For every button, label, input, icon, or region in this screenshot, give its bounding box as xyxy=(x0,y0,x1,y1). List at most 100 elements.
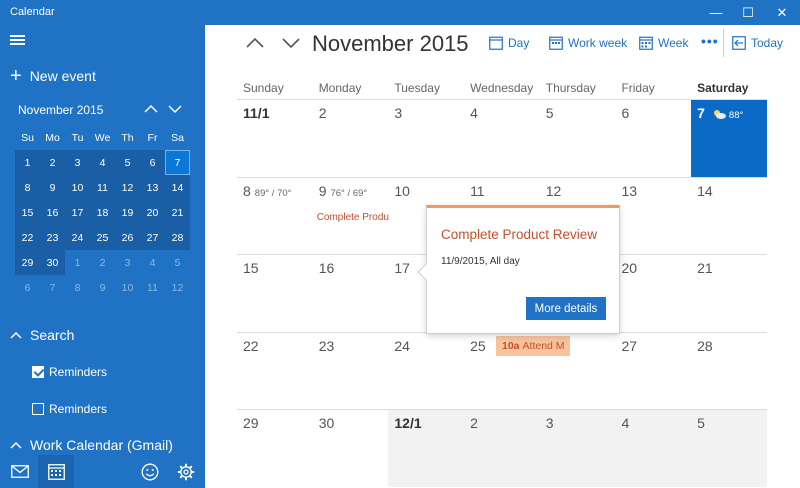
work-calendar-section-toggle[interactable]: Work Calendar (Gmail) xyxy=(10,437,173,453)
minical-day[interactable]: 2 xyxy=(40,150,65,175)
day-cell[interactable]: 5 xyxy=(691,410,767,487)
mail-button[interactable] xyxy=(2,455,38,488)
day-cell[interactable]: 30 xyxy=(313,410,389,487)
minical-day[interactable]: 11 xyxy=(140,275,165,300)
close-button[interactable]: ✕ xyxy=(766,0,798,25)
day-cell[interactable]: 7 88° xyxy=(691,100,767,177)
more-options-button[interactable]: ••• xyxy=(701,32,719,50)
minical-day[interactable]: 7 xyxy=(165,150,190,175)
new-event-button[interactable]: + New event xyxy=(10,65,96,87)
reminders-checkbox-1[interactable]: Reminders xyxy=(32,365,107,379)
day-cell[interactable]: 2 xyxy=(464,410,540,487)
work-week-view-button[interactable]: Work week xyxy=(549,34,627,52)
minical-day[interactable]: 5 xyxy=(165,250,190,275)
day-cell[interactable]: 16 xyxy=(313,255,389,332)
day-cell[interactable]: 29 xyxy=(237,410,313,487)
day-cell[interactable]: 4 xyxy=(615,410,692,487)
minical-day[interactable]: 6 xyxy=(15,275,40,300)
reminders-checkbox-2[interactable]: Reminders xyxy=(32,402,107,416)
minical-day[interactable]: 28 xyxy=(165,225,190,250)
day-cell[interactable]: 23 xyxy=(313,333,389,410)
minical-day[interactable]: 17 xyxy=(65,200,90,225)
minical-day[interactable]: 24 xyxy=(65,225,90,250)
minical-day[interactable]: 14 xyxy=(165,175,190,200)
minimize-button[interactable]: — xyxy=(700,0,732,25)
calendar-button[interactable] xyxy=(38,455,74,488)
day-cell[interactable]: 3 xyxy=(388,100,464,177)
minical-day[interactable]: 8 xyxy=(65,275,90,300)
minical-day[interactable]: 5 xyxy=(115,150,140,175)
day-cell[interactable]: 15 xyxy=(237,255,313,332)
day-cell[interactable]: 5 xyxy=(540,100,616,177)
day-cell[interactable]: 27 xyxy=(615,333,691,410)
minical-day[interactable]: 7 xyxy=(40,275,65,300)
minical-day[interactable]: 4 xyxy=(90,150,115,175)
minical-day[interactable]: 10 xyxy=(115,275,140,300)
more-details-button[interactable]: More details xyxy=(526,297,606,320)
search-section-toggle[interactable]: Search xyxy=(10,327,74,343)
today-button[interactable]: Today xyxy=(732,34,783,52)
toolbar-divider xyxy=(723,29,724,57)
day-cell[interactable]: 976° / 69° Complete Product Review xyxy=(313,178,389,255)
minical-day[interactable]: 21 xyxy=(165,200,190,225)
minical-day[interactable]: 1 xyxy=(65,250,90,275)
minical-day[interactable]: 23 xyxy=(40,225,65,250)
day-cell[interactable]: 13 xyxy=(615,178,691,255)
day-cell[interactable]: 12/1 xyxy=(388,410,465,487)
minical-day[interactable]: 15 xyxy=(15,200,40,225)
previous-month-chevron-icon[interactable] xyxy=(245,33,265,53)
day-cell[interactable]: 6 xyxy=(615,100,691,177)
next-month-chevron-icon[interactable] xyxy=(281,33,301,53)
day-cell[interactable]: 3 xyxy=(539,410,616,487)
day-cell[interactable]: 21 xyxy=(691,255,767,332)
hamburger-menu-icon[interactable] xyxy=(8,33,28,47)
day-cell[interactable]: 14 xyxy=(691,178,767,255)
minical-day[interactable]: 6 xyxy=(140,150,165,175)
minical-day[interactable]: 12 xyxy=(165,275,190,300)
maximize-button[interactable]: ☐ xyxy=(732,0,764,25)
minical-day[interactable]: 16 xyxy=(40,200,65,225)
feedback-button[interactable] xyxy=(132,455,168,488)
day-cell[interactable]: 11/1 xyxy=(237,100,313,177)
minical-day[interactable]: 8 xyxy=(15,175,40,200)
minical-day[interactable]: 4 xyxy=(140,250,165,275)
attend-event-title: Attend M xyxy=(522,340,565,352)
day-cell[interactable]: 8 89° / 70° xyxy=(237,178,313,255)
event-item[interactable]: Complete Product Review xyxy=(317,212,389,223)
minical-day[interactable]: 29 xyxy=(15,250,40,275)
day-cell[interactable]: 28 xyxy=(691,333,767,410)
minical-day[interactable]: 25 xyxy=(90,225,115,250)
minical-day[interactable]: 9 xyxy=(90,275,115,300)
weekday-header: Wednesday xyxy=(470,81,534,95)
day-cell[interactable]: 24 xyxy=(388,333,464,410)
minical-day[interactable]: 10 xyxy=(65,175,90,200)
minical-weekday-label: Fr xyxy=(147,131,158,144)
week-row: 29 30 12/1 2 3 4 5 xyxy=(237,409,767,487)
popup-event-date: 11/9/2015, All day xyxy=(441,256,520,267)
minical-day[interactable]: 26 xyxy=(115,225,140,250)
minical-day[interactable]: 22 xyxy=(15,225,40,250)
day-cell[interactable]: 2 xyxy=(313,100,389,177)
minical-day[interactable]: 12 xyxy=(115,175,140,200)
day-cell[interactable]: 20 xyxy=(615,255,691,332)
chevron-down-icon[interactable] xyxy=(168,103,182,115)
minical-day[interactable]: 3 xyxy=(115,250,140,275)
minical-day[interactable]: 1 xyxy=(15,150,40,175)
day-cell[interactable]: 4 xyxy=(464,100,540,177)
minical-day[interactable]: 18 xyxy=(90,200,115,225)
day-view-button[interactable]: Day xyxy=(489,34,529,52)
minical-day[interactable]: 3 xyxy=(65,150,90,175)
minical-day[interactable]: 2 xyxy=(90,250,115,275)
day-cell[interactable]: 22 xyxy=(237,333,313,410)
attend-event-chip[interactable]: 10a Attend M xyxy=(496,336,570,356)
minical-day[interactable]: 19 xyxy=(115,200,140,225)
minical-day[interactable]: 13 xyxy=(140,175,165,200)
settings-button[interactable] xyxy=(168,455,204,488)
chevron-up-icon[interactable] xyxy=(144,103,158,115)
minical-day[interactable]: 20 xyxy=(140,200,165,225)
minical-day[interactable]: 11 xyxy=(90,175,115,200)
week-view-button[interactable]: Week xyxy=(639,34,688,52)
minical-day[interactable]: 9 xyxy=(40,175,65,200)
minical-day[interactable]: 27 xyxy=(140,225,165,250)
minical-day[interactable]: 30 xyxy=(40,250,65,275)
